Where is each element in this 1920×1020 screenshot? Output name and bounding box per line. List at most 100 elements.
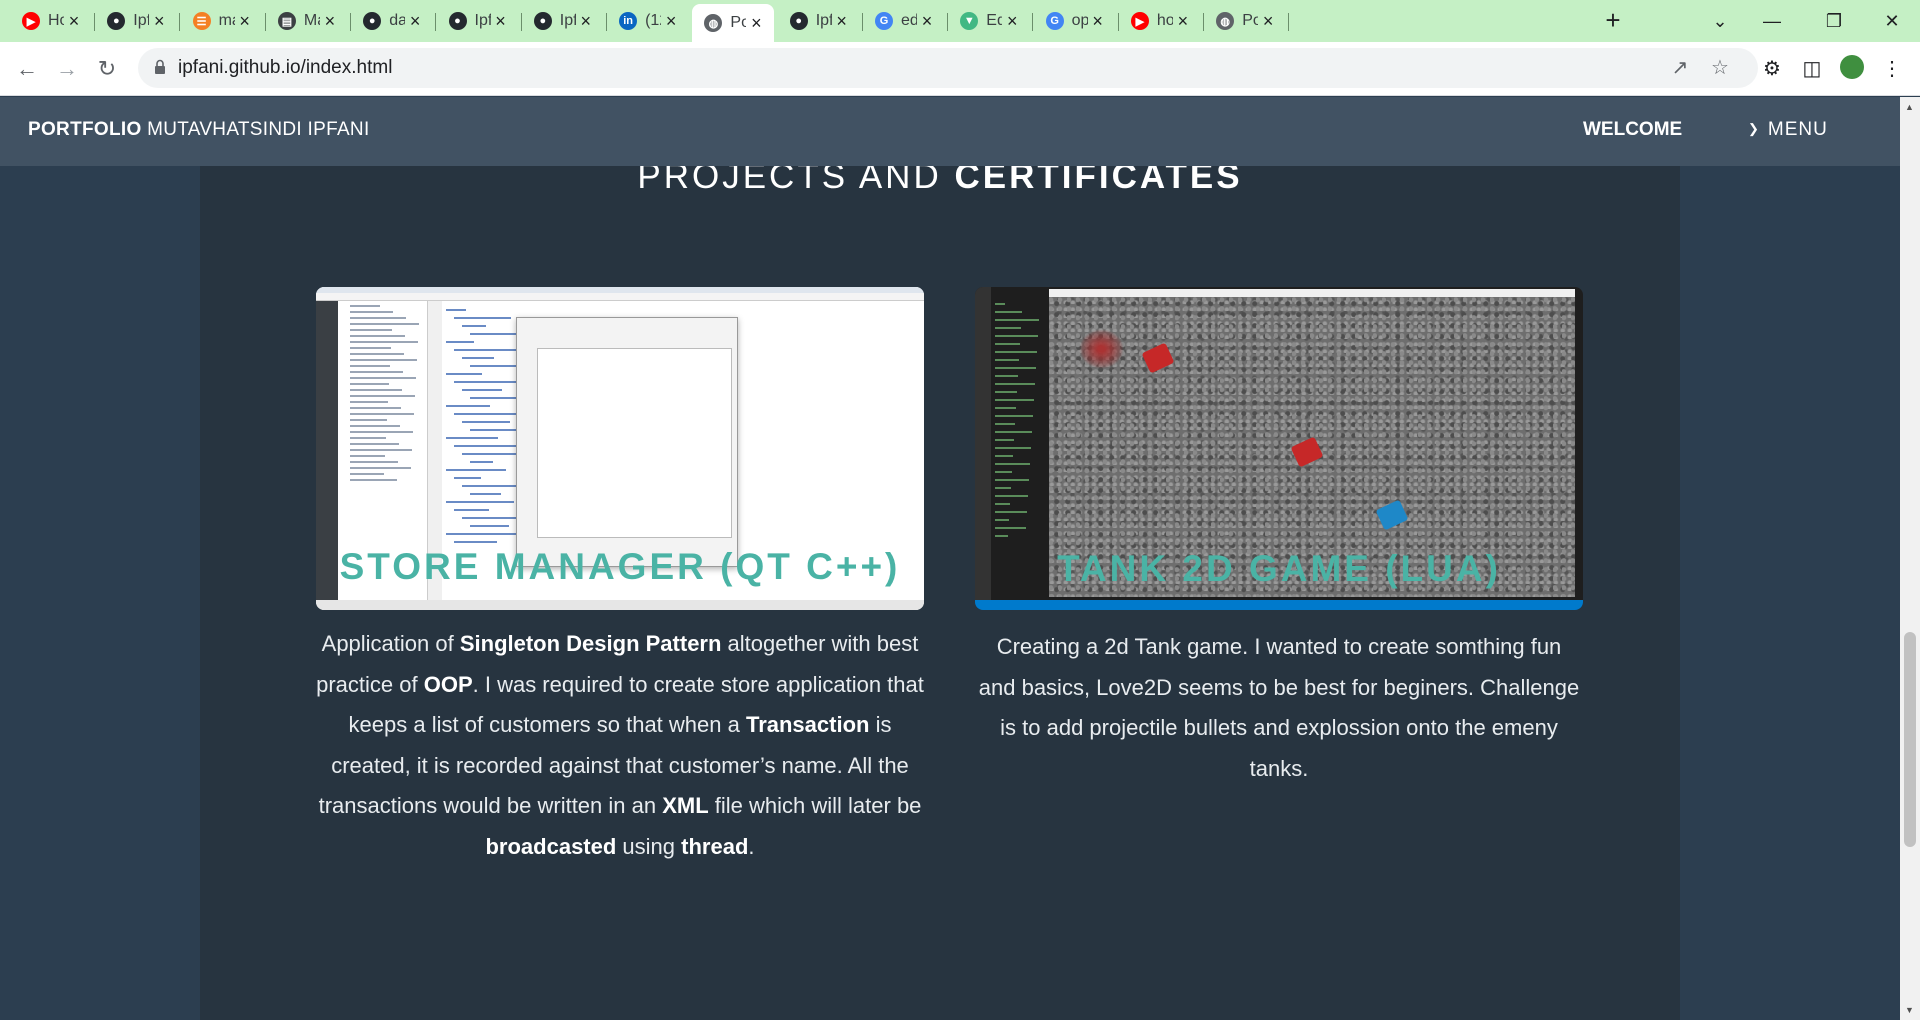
- browser-tab[interactable]: ● Ipfa×: [778, 6, 860, 36]
- browser-tab[interactable]: ● Ipfa×: [522, 6, 604, 36]
- tab-title: ma: [218, 12, 235, 29]
- browser-tab[interactable]: ▤ Ma×: [266, 6, 348, 36]
- tab-title: Ipfa: [133, 12, 150, 29]
- bookmark-star-icon[interactable]: ☆: [1708, 56, 1732, 80]
- github-icon: ●: [789, 12, 808, 30]
- share-icon[interactable]: ↗: [1668, 56, 1692, 80]
- document-icon: ▤: [277, 12, 296, 30]
- close-icon[interactable]: ×: [1173, 11, 1193, 32]
- close-icon[interactable]: ×: [1002, 11, 1022, 32]
- close-icon[interactable]: ×: [832, 11, 852, 32]
- browser-tab[interactable]: ◍ Por×: [1204, 6, 1286, 36]
- address-bar[interactable]: ipfani.github.io/index.html ↗ ☆: [138, 48, 1758, 88]
- linkedin-icon: in: [619, 12, 638, 30]
- url-text[interactable]: ipfani.github.io/index.html: [178, 48, 392, 88]
- scrollbar-thumb[interactable]: [1904, 632, 1916, 847]
- project-title-tank-game: TANK 2D GAME (LUA): [1057, 548, 1501, 589]
- close-icon[interactable]: ×: [661, 11, 681, 32]
- description-emphasis: thread: [681, 833, 749, 859]
- close-window-icon[interactable]: ✕: [1862, 4, 1920, 38]
- project-description-store-manager: Application of Singleton Design Pattern …: [310, 624, 930, 867]
- forward-icon[interactable]: →: [50, 52, 84, 86]
- description-emphasis: OOP: [423, 671, 473, 697]
- browser-tab[interactable]: in (12×: [607, 6, 689, 36]
- add-transaction-dialog: [516, 317, 738, 567]
- browser-tab-strip: ▶Ho×●Ipfa×☰ma×▤Ma×●dar×●Ipfa×●Ipfa×in(12…: [0, 0, 1920, 42]
- tab-title: edu: [901, 12, 917, 29]
- google-icon: G: [1045, 12, 1064, 30]
- description-emphasis: Transaction: [745, 712, 870, 737]
- github-icon: ●: [533, 12, 552, 30]
- tab-title: (12: [645, 12, 661, 29]
- close-icon[interactable]: ×: [576, 11, 596, 32]
- close-icon[interactable]: ×: [746, 13, 766, 34]
- tab-title: Ipfa: [559, 12, 576, 29]
- browser-tab[interactable]: Gop ×: [1034, 6, 1116, 36]
- page-scrollbar[interactable]: ▲ ▼: [1900, 97, 1920, 1020]
- chevron-down-icon: ❯: [1748, 121, 1760, 136]
- menu-label: MENU: [1767, 119, 1828, 140]
- tab-title: op: [1071, 12, 1088, 29]
- tab-search-icon[interactable]: ⌄: [1690, 4, 1750, 38]
- close-icon[interactable]: ×: [320, 11, 340, 32]
- vue-icon: ▼: [960, 12, 979, 30]
- back-icon[interactable]: ←: [10, 52, 44, 86]
- tab-title: Por: [1242, 12, 1259, 29]
- close-icon[interactable]: ×: [917, 11, 937, 32]
- close-icon[interactable]: ×: [1088, 11, 1108, 32]
- close-icon[interactable]: ×: [405, 11, 425, 32]
- browser-tab[interactable]: ▶ hoi×: [1119, 6, 1201, 36]
- browser-tab[interactable]: ● Ipfa×: [95, 6, 177, 36]
- scroll-down-arrow-icon[interactable]: ▼: [1905, 1005, 1914, 1015]
- browser-tab[interactable]: ◍ Por×: [692, 4, 775, 42]
- close-icon[interactable]: ×: [64, 11, 84, 32]
- description-text: file which will later be: [708, 793, 922, 818]
- description-emphasis: broadcasted: [485, 833, 617, 859]
- github-icon: ●: [448, 12, 467, 30]
- browser-tab[interactable]: Gedu×: [863, 6, 945, 36]
- extensions-icon[interactable]: ⚙: [1758, 55, 1786, 83]
- globe-icon: ◍: [1216, 12, 1235, 30]
- lock-icon[interactable]: [154, 59, 166, 75]
- profile-avatar-icon[interactable]: [1838, 55, 1866, 83]
- tab-separator: [1288, 13, 1290, 31]
- description-emphasis: XML: [662, 793, 709, 818]
- new-tab-button[interactable]: +: [1598, 6, 1628, 36]
- close-icon[interactable]: ×: [491, 11, 511, 32]
- youtube-icon: ▶: [22, 12, 40, 30]
- tab-title: Edu: [986, 12, 1003, 29]
- brand-bold: PORTFOLIO: [28, 119, 142, 140]
- tab-title: Ma: [303, 12, 320, 29]
- browser-tab[interactable]: ▼ Edu×: [948, 6, 1030, 36]
- close-icon[interactable]: ×: [149, 11, 169, 32]
- browser-tab[interactable]: ● Ipfa×: [437, 6, 519, 36]
- side-panel-icon[interactable]: ◫: [1798, 55, 1826, 83]
- tab-title: Ipfa: [474, 12, 491, 29]
- browser-tab[interactable]: ● dar×: [351, 6, 433, 36]
- youtube-icon: ▶: [1130, 12, 1149, 30]
- scroll-up-arrow-icon[interactable]: ▲: [1905, 102, 1914, 112]
- close-icon[interactable]: ×: [1258, 11, 1278, 32]
- reload-icon[interactable]: ↻: [90, 52, 124, 86]
- description-text: Application of: [321, 631, 460, 656]
- browser-tab[interactable]: ☰ ma×: [181, 6, 263, 36]
- site-brand[interactable]: PORTFOLIO MUTAVHATSINDI IPFANI: [28, 97, 370, 143]
- restore-icon[interactable]: ❐: [1804, 4, 1864, 38]
- tab-title: Ho: [48, 12, 64, 29]
- site-navbar: PORTFOLIO MUTAVHATSINDI IPFANI WELCOME ❯…: [0, 97, 1900, 166]
- description-text: using: [616, 833, 682, 859]
- browser-tab[interactable]: ▶ Ho×: [10, 6, 92, 36]
- stackoverflow-icon: ☰: [192, 12, 211, 30]
- globe-icon: ◍: [704, 14, 723, 32]
- nav-welcome-link[interactable]: WELCOME: [1583, 117, 1682, 143]
- tab-title: hoi: [1156, 12, 1173, 29]
- tab-title: dar: [389, 12, 406, 29]
- tab-title: Por: [730, 14, 747, 31]
- nav-menu-toggle[interactable]: ❯ MENU: [1748, 117, 1828, 144]
- google-icon: G: [875, 12, 893, 30]
- more-options-icon[interactable]: ⋮: [1878, 55, 1906, 83]
- project-title-store-manager: STORE MANAGER (QT C++): [339, 546, 901, 587]
- brand-name: MUTAVHATSINDI IPFANI: [147, 119, 370, 140]
- minimize-icon[interactable]: —: [1742, 4, 1802, 38]
- close-icon[interactable]: ×: [235, 11, 255, 32]
